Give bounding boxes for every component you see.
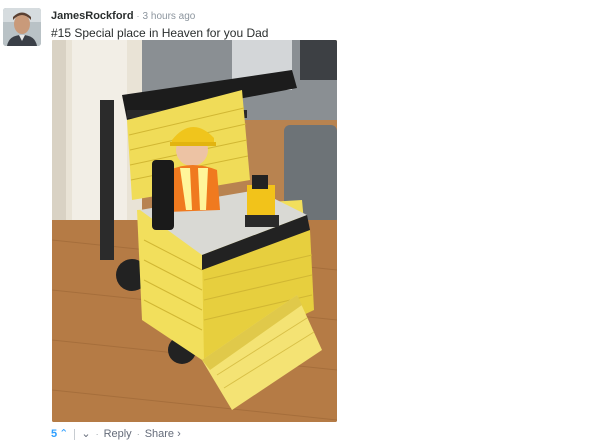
comment-footer: 5 ⌃ ⌄ · Reply · Share › [51,427,181,441]
avatar-portrait [3,8,41,46]
separator-dot: · [136,11,140,21]
comment-header: JamesRockford · 3 hours ago [51,9,195,24]
comment-text: #15 Special place in Heaven for you Dad [51,26,269,40]
vote-divider [74,428,76,440]
reply-button[interactable]: Reply [104,428,132,440]
upvote-count: 5 [51,428,58,441]
share-button[interactable]: Share › [145,428,181,440]
separator-dot: · [95,429,99,440]
timestamp[interactable]: 3 hours ago [143,11,196,22]
comment-image[interactable] [52,40,337,422]
bulldozer-costume-photo [52,40,337,422]
chevron-up-icon[interactable]: ⌃ [59,428,68,440]
username[interactable]: JamesRockford [51,10,134,22]
separator-dot: · [136,429,140,440]
chevron-down-icon[interactable]: ⌄ [81,428,90,440]
avatar[interactable] [3,8,41,46]
